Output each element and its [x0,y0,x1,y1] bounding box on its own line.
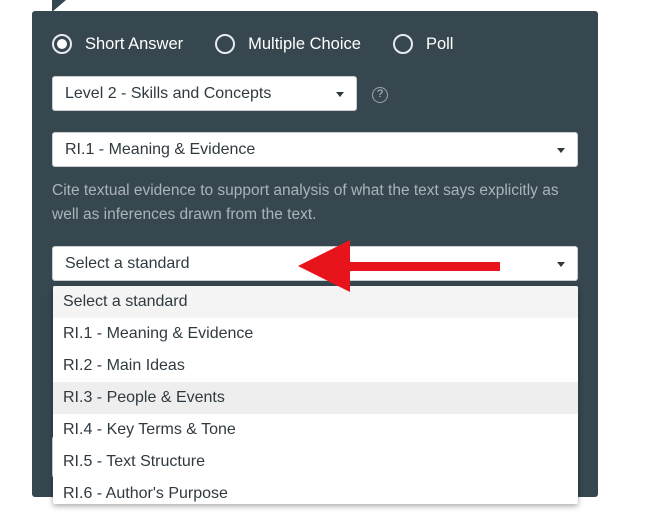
dropdown-option-hovered[interactable]: RI.3 - People & Events [53,382,578,414]
standard-dropdown-menu: Select a standard RI.1 - Meaning & Evide… [53,286,578,504]
radio-poll[interactable]: Poll [392,34,454,54]
arrow-head-icon [298,240,350,292]
dropdown-option[interactable]: RI.5 - Text Structure [53,446,578,478]
question-type-group: Short Answer Multiple Choice Poll [52,31,485,57]
standard-select-value: Select a standard [65,254,190,272]
radio-multiple-choice[interactable]: Multiple Choice [215,34,361,54]
radio-short-answer[interactable]: Short Answer [52,34,183,54]
caret-down-icon [557,261,565,267]
help-icon[interactable]: ? [372,87,388,103]
radio-unselected-icon [215,34,236,54]
caret-down-icon [336,91,344,97]
radio-label: Multiple Choice [248,34,361,53]
level-select-value: Level 2 - Skills and Concepts [65,84,272,102]
radio-label: Poll [425,34,454,53]
radio-unselected-icon [392,34,413,54]
dropdown-option[interactable]: RI.6 - Author's Purpose [53,478,578,504]
radio-label: Short Answer [85,34,184,53]
caret-down-icon [557,147,565,153]
standard-description: Cite textual evidence to support analysi… [52,182,559,223]
radio-selected-icon [52,34,72,54]
red-arrow-annotation [298,240,500,292]
level-select[interactable]: Level 2 - Skills and Concepts [52,76,357,111]
skill-select-value: RI.1 - Meaning & Evidence [65,140,256,158]
skill-select[interactable]: RI.1 - Meaning & Evidence [52,132,578,167]
dropdown-option[interactable]: RI.1 - Meaning & Evidence [53,318,578,350]
arrow-shaft [342,262,500,271]
dropdown-option[interactable]: RI.4 - Key Terms & Tone [53,414,578,446]
dropdown-option[interactable]: RI.2 - Main Ideas [53,350,578,382]
